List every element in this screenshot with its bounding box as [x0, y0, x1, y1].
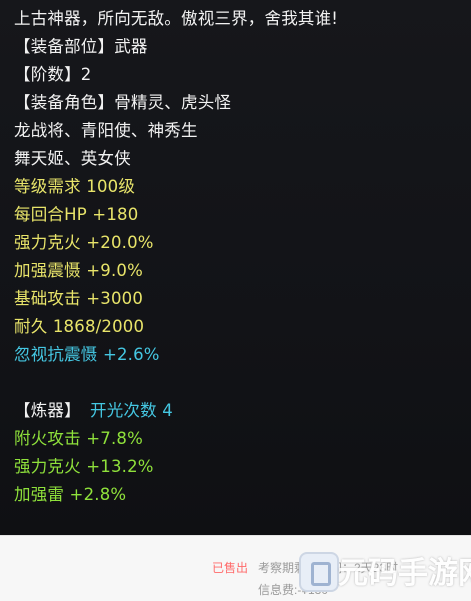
watermark-text: 元码手游网 [338, 557, 471, 590]
document-icon [299, 552, 339, 592]
stat-durability: 耐久 1868/2000 [14, 317, 145, 336]
equip-roles-cont-2: 舞天姬、英女侠 [14, 149, 131, 168]
equip-tier: 【阶数】2 [14, 65, 92, 84]
equip-roles-cont-1: 龙战将、青阳使、神秀生 [14, 121, 198, 140]
equip-roles: 【装备角色】骨精灵、虎头怪 [14, 93, 232, 112]
listing-footer: 已售出 考察期剩余时间：2天23时 信息费:-¥130 元码手游网 [0, 535, 471, 601]
equip-slot: 【装备部位】武器 [14, 37, 148, 56]
sold-status: 已售出 [212, 561, 249, 575]
refine-header: 【炼器】 [14, 401, 81, 420]
refine-enhance-thunder: 加强雷 +2.8% [14, 485, 127, 504]
stat-strong-vs-fire: 强力克火 +20.0% [14, 233, 154, 252]
stat-base-attack: 基础攻击 +3000 [14, 289, 144, 308]
stat-enhance-shock: 加强震慑 +9.0% [14, 261, 143, 280]
item-tooltip: 上古神器，所向无敌。傲视三界，舍我其谁! 【装备部位】武器 【阶数】2 【装备角… [0, 0, 471, 535]
refine-open-count: 开光次数 4 [90, 401, 173, 420]
level-requirement: 等级需求 100级 [14, 177, 136, 196]
item-description: 上古神器，所向无敌。傲视三界，舍我其谁! [14, 9, 339, 28]
refine-strong-vs-fire: 强力克火 +13.2% [14, 457, 154, 476]
stat-ignore-shock-resist: 忽视抗震慑 +2.6% [14, 345, 160, 364]
refine-fire-attack: 附火攻击 +7.8% [14, 429, 143, 448]
stat-hp-per-round: 每回合HP +180 [14, 205, 139, 224]
